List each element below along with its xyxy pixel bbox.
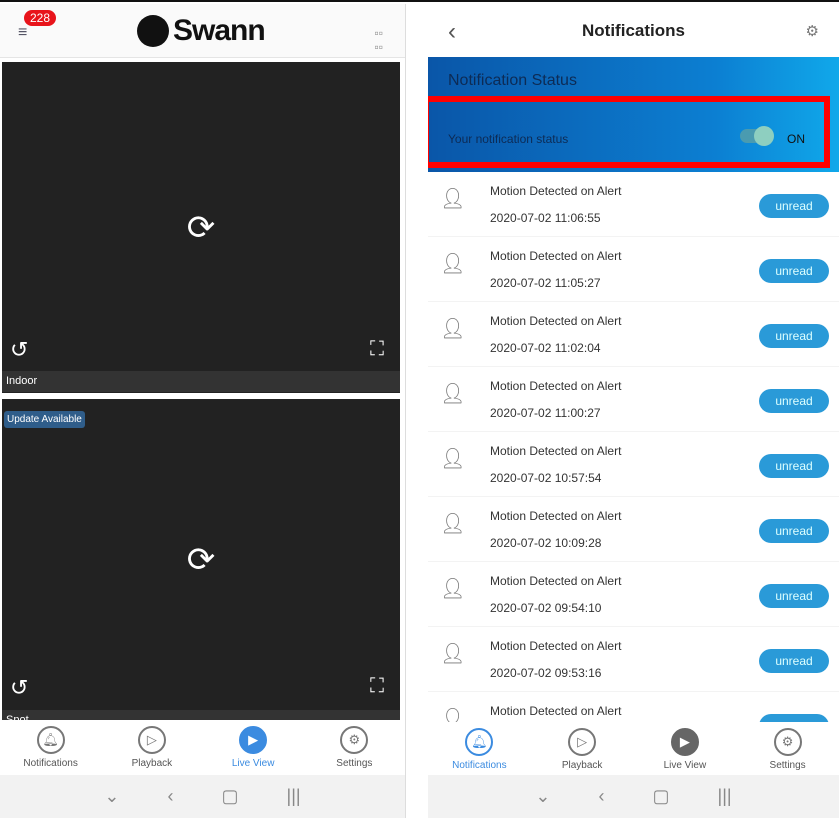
unread-button[interactable]: unread [759, 324, 829, 348]
swann-logo: Swann [137, 14, 266, 48]
bell-icon: 🔔︎ [36, 726, 65, 754]
notification-item[interactable]: 👤︎ Motion Detected on Alert 2020-07-02 1… [428, 302, 839, 367]
camera-label: Indoor [2, 371, 400, 392]
nav-settings[interactable]: ⚙ Settings [736, 722, 839, 777]
motion-person-icon: 👤︎ [440, 383, 466, 405]
notifications-header: ‹ Notifications ⚙ [428, 4, 839, 58]
unread-button[interactable]: unread [759, 259, 829, 283]
notification-item[interactable]: 👤︎ Motion Detected on Alert 2020-07-02 1… [428, 497, 839, 562]
notification-item[interactable]: 👤︎ Motion Detected on Alert 2020-07-02 0… [428, 562, 839, 627]
notification-list: 👤︎ Motion Detected on Alert 2020-07-02 1… [428, 172, 839, 757]
notification-time: 2020-07-02 09:54:10 [490, 601, 602, 615]
fullscreen-icon[interactable]: ⛶ [370, 338, 384, 361]
fullscreen-icon[interactable]: ⛶ [370, 675, 384, 698]
notification-item[interactable]: 👤︎ Motion Detected on Alert 2020-07-02 0… [428, 627, 839, 692]
unread-button[interactable]: unread [759, 649, 829, 673]
nav-playback[interactable]: ▷ Playback [101, 720, 202, 775]
notification-title: Motion Detected on Alert [490, 574, 622, 588]
motion-person-icon: 👤︎ [440, 188, 466, 210]
playback-icon: ▷ [568, 728, 597, 756]
nav-notifications[interactable]: 🔔︎ Notifications [0, 720, 101, 775]
unread-button[interactable]: unread [759, 194, 829, 218]
refresh-icon[interactable]: ⟳ [187, 540, 216, 580]
notification-item[interactable]: 👤︎ Motion Detected on Alert 2020-07-02 1… [428, 237, 839, 302]
notification-title: Motion Detected on Alert [490, 444, 622, 458]
home-icon[interactable]: ▢ [653, 786, 670, 807]
status-label: Your notification status [448, 132, 569, 146]
chevron-down-icon[interactable]: ⌄ [104, 786, 119, 807]
play-icon: ▶ [670, 728, 699, 756]
notification-time: 2020-07-02 11:00:27 [490, 406, 601, 420]
notification-time: 2020-07-02 09:53:16 [490, 666, 602, 680]
notification-item[interactable]: 👤︎ Motion Detected on Alert 2020-07-02 1… [428, 172, 839, 237]
status-heading: Notification Status [448, 72, 577, 89]
nav-playback[interactable]: ▷ Playback [531, 722, 634, 777]
update-available-badge[interactable]: Update Available [4, 411, 85, 428]
camera-tile-indoor[interactable]: ⟳ ↺ ⛶ Indoor [2, 62, 400, 393]
page-title: Notifications [582, 21, 685, 40]
gear-icon: ⚙ [773, 728, 802, 756]
chevron-down-icon[interactable]: ⌄ [535, 786, 550, 807]
motion-person-icon: 👤︎ [440, 253, 466, 275]
motion-person-icon: 👤︎ [440, 513, 466, 535]
live-view-screen: ≡ 228 Swann ▫▫ ▫▫ ⟳ ↺ ⛶ Indoor Update Ava… [0, 4, 406, 818]
back-icon[interactable]: ‹ [168, 786, 174, 807]
nav-notifications[interactable]: 🔔︎ Notifications [428, 722, 531, 777]
notification-count-badge: 228 [24, 10, 57, 26]
notification-time: 2020-07-02 11:06:55 [490, 211, 601, 225]
gear-icon: ⚙ [340, 726, 369, 754]
menu-icon[interactable]: ≡ [18, 25, 30, 41]
nav-live-view[interactable]: ▶ Live View [634, 722, 737, 777]
status-value: ON [787, 132, 805, 146]
nav-live-view[interactable]: ▶ Live View [203, 720, 304, 775]
camera-tile-spot[interactable]: Update Available ⟳ ↺ ⛶ Spot [2, 399, 400, 731]
motion-person-icon: 👤︎ [440, 318, 466, 340]
play-icon: ▶ [239, 726, 268, 754]
notification-title: Motion Detected on Alert [490, 704, 622, 718]
motion-person-icon: 👤︎ [440, 578, 466, 600]
playback-icon: ▷ [137, 726, 166, 754]
grid-layout-icon[interactable]: ▫▫ ▫▫ [374, 26, 383, 54]
notification-toggle[interactable] [740, 126, 774, 146]
unread-button[interactable]: unread [759, 519, 829, 543]
bell-icon: 🔔︎ [465, 728, 494, 756]
notification-title: Motion Detected on Alert [490, 379, 622, 393]
notification-title: Motion Detected on Alert [490, 314, 622, 328]
unread-button[interactable]: unread [759, 454, 829, 478]
refresh-icon[interactable]: ⟳ [187, 208, 216, 248]
replay-icon[interactable]: ↺ [10, 337, 28, 363]
system-nav: ⌄ ‹ ▢ ||| [428, 775, 839, 818]
notifications-screen: ‹ Notifications ⚙ Notification Status Yo… [428, 4, 839, 818]
unread-button[interactable]: unread [759, 389, 829, 413]
notification-title: Motion Detected on Alert [490, 639, 622, 653]
notification-item[interactable]: 👤︎ Motion Detected on Alert 2020-07-02 1… [428, 367, 839, 432]
notification-time: 2020-07-02 11:02:04 [490, 341, 601, 355]
motion-person-icon: 👤︎ [440, 643, 466, 665]
motion-person-icon: 👤︎ [440, 448, 466, 470]
bottom-nav: 🔔︎ Notifications ▷ Playback ▶ Live View ⚙ Se… [428, 722, 839, 777]
recents-icon[interactable]: ||| [718, 786, 732, 807]
system-nav: ⌄ ‹ ▢ ||| [0, 775, 405, 818]
app-header: ≡ 228 Swann ▫▫ ▫▫ [0, 4, 405, 58]
notification-title: Motion Detected on Alert [490, 249, 622, 263]
back-icon[interactable]: ‹ [599, 786, 605, 807]
gear-icon[interactable]: ⚙ [806, 22, 819, 40]
unread-button[interactable]: unread [759, 584, 829, 608]
notification-status-banner: Notification Status Your notification st… [428, 57, 839, 172]
replay-icon[interactable]: ↺ [10, 675, 28, 701]
notification-item[interactable]: 👤︎ Motion Detected on Alert 2020-07-02 1… [428, 432, 839, 497]
notification-time: 2020-07-02 10:09:28 [490, 536, 602, 550]
home-icon[interactable]: ▢ [222, 786, 239, 807]
notification-title: Motion Detected on Alert [490, 509, 622, 523]
nav-settings[interactable]: ⚙ Settings [304, 720, 405, 775]
bottom-nav: 🔔︎ Notifications ▷ Playback ▶ Live View ⚙ Se… [0, 720, 405, 775]
recents-icon[interactable]: ||| [287, 786, 301, 807]
notification-time: 2020-07-02 11:05:27 [490, 276, 601, 290]
notification-time: 2020-07-02 10:57:54 [490, 471, 602, 485]
notification-title: Motion Detected on Alert [490, 184, 622, 198]
